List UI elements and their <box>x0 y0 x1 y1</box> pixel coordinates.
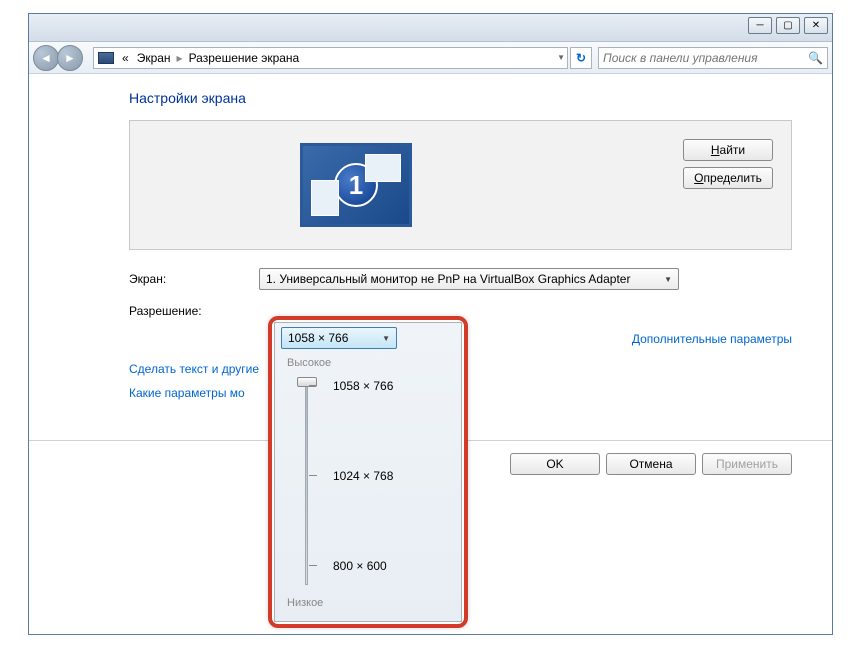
titlebar: ─ ▢ ✕ <box>29 14 832 42</box>
page-title: Настройки экрана <box>129 90 792 106</box>
screen-dropdown-value: 1. Универсальный монитор не PnP на Virtu… <box>266 272 630 286</box>
monitor-window-decor <box>365 154 401 182</box>
slider-option-2[interactable]: 800 × 600 <box>333 559 387 573</box>
breadcrumb-screen[interactable]: Экран <box>133 51 175 65</box>
address-dropdown-icon[interactable]: ▼ <box>557 53 565 62</box>
find-button[interactable]: Найти <box>683 139 773 161</box>
resolution-popup: 1058 × 766 ▼ Высокое 1058 × 766 1024 × 7… <box>274 322 462 622</box>
detect-button[interactable]: Определить <box>683 167 773 189</box>
slider-tick <box>309 565 317 566</box>
nav-back-button[interactable]: ◄ <box>33 45 59 71</box>
cancel-button[interactable]: Отмена <box>606 453 696 475</box>
monitor-window-decor2 <box>311 180 339 216</box>
chevron-down-icon: ▼ <box>382 334 390 343</box>
maximize-button[interactable]: ▢ <box>776 17 800 34</box>
breadcrumb-separator: ▸ <box>175 51 185 65</box>
resolution-slider-area: Высокое 1058 × 766 1024 × 768 800 × 600 … <box>287 357 449 609</box>
apply-button[interactable]: Применить <box>702 453 792 475</box>
slider-tick <box>309 385 317 386</box>
monitor-actions: Найти Определить <box>683 139 773 189</box>
screen-dropdown[interactable]: 1. Универсальный монитор не PnP на Virtu… <box>259 268 679 290</box>
screen-label: Экран: <box>129 272 259 286</box>
minimize-button[interactable]: ─ <box>748 17 772 34</box>
ok-button[interactable]: OK <box>510 453 600 475</box>
search-box[interactable]: 🔍 <box>598 47 828 69</box>
search-icon[interactable]: 🔍 <box>808 51 823 65</box>
chevron-down-icon: ▼ <box>664 275 672 284</box>
breadcrumb-chevrons[interactable]: « <box>118 51 133 65</box>
slider-high-label: Высокое <box>287 357 449 369</box>
resolution-dropdown-open[interactable]: 1058 × 766 ▼ <box>281 327 397 349</box>
slider-option-1[interactable]: 1024 × 768 <box>333 469 393 483</box>
slider-option-0[interactable]: 1058 × 766 <box>333 379 393 393</box>
breadcrumb-resolution[interactable]: Разрешение экрана <box>185 51 304 65</box>
screen-row: Экран: 1. Универсальный монитор не PnP н… <box>129 268 792 290</box>
search-input[interactable] <box>603 51 823 65</box>
resolution-slider-track[interactable] <box>305 381 308 585</box>
resolution-dropdown-value: 1058 × 766 <box>288 331 348 345</box>
slider-tick <box>309 475 317 476</box>
navbar: ◄ ► « Экран ▸ Разрешение экрана ▼ ↻ 🔍 <box>29 42 832 74</box>
resolution-label: Разрешение: <box>129 304 259 318</box>
close-button[interactable]: ✕ <box>804 17 828 34</box>
refresh-button[interactable]: ↻ <box>570 47 592 69</box>
control-panel-icon <box>98 52 114 64</box>
address-bar[interactable]: « Экран ▸ Разрешение экрана ▼ <box>93 47 568 69</box>
resolution-popup-highlight: 1058 × 766 ▼ Высокое 1058 × 766 1024 × 7… <box>268 316 468 628</box>
slider-low-label: Низкое <box>287 597 323 609</box>
window-controls: ─ ▢ ✕ <box>748 17 828 34</box>
nav-forward-button[interactable]: ► <box>57 45 83 71</box>
monitor-preview[interactable]: 1 <box>300 143 412 227</box>
monitor-preview-box: 1 Найти Определить <box>129 120 792 250</box>
